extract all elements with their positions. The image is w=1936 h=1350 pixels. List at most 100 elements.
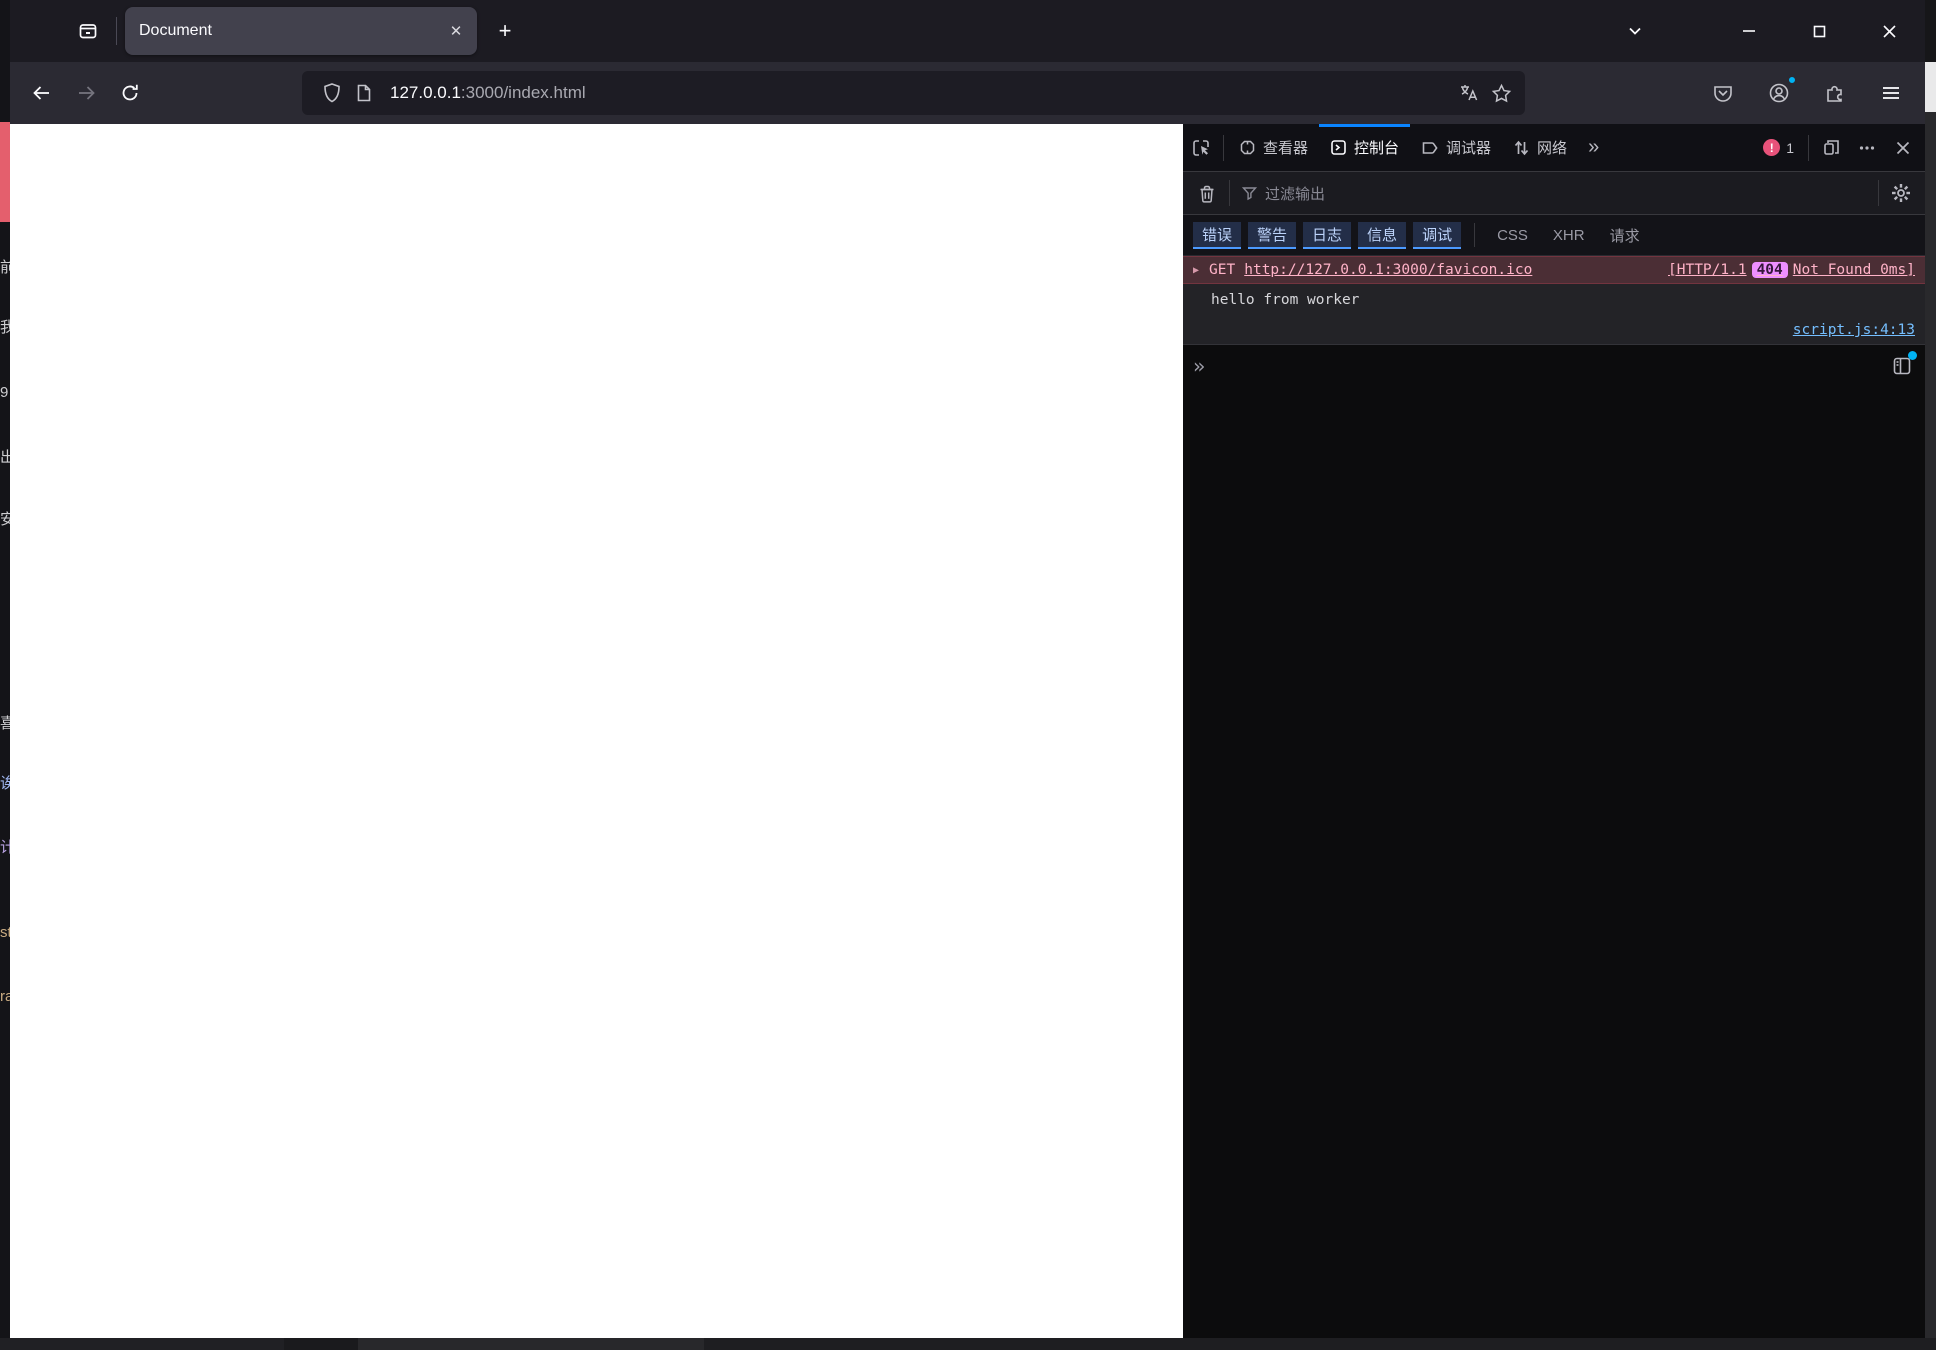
devtools-tab-inspector[interactable]: 查看器 <box>1228 124 1319 171</box>
window-close-button[interactable] <box>1867 9 1911 53</box>
console-empty-area[interactable] <box>1183 387 1925 1338</box>
hamburger-menu-icon <box>1881 83 1901 103</box>
console-error-row[interactable]: ▶ GET http://127.0.0.1:3000/favicon.ico … <box>1183 256 1925 284</box>
devtools-tab-network[interactable]: 网络 <box>1502 124 1578 171</box>
navigation-toolbar: 127.0.0.1:3000/index.html <box>10 62 1925 124</box>
filter-warnings-button[interactable]: 警告 <box>1248 221 1297 249</box>
url-text[interactable]: 127.0.0.1:3000/index.html <box>390 83 586 103</box>
editor-mode-toggle[interactable] <box>1889 351 1917 379</box>
forward-button[interactable] <box>64 71 108 115</box>
expand-twisty-icon[interactable]: ▶ <box>1193 265 1199 276</box>
shield-icon[interactable] <box>316 77 348 109</box>
taskbar-strip <box>0 1338 1936 1350</box>
back-icon <box>31 82 53 104</box>
forward-icon <box>75 82 97 104</box>
filter-css-button[interactable]: CSS <box>1488 222 1537 249</box>
minimize-button[interactable] <box>1727 9 1771 53</box>
account-icon <box>1768 82 1790 104</box>
devtools-tab-console[interactable]: 控制台 <box>1319 124 1411 171</box>
devtools-panel: 查看器 控制台 调试器 网络 » ! 1 过滤输出 错误 警告 日志 信息 调试… <box>1183 124 1925 1338</box>
console-settings-button[interactable] <box>1883 172 1919 214</box>
source-location-link[interactable]: script.js:4:13 <box>1793 322 1915 338</box>
more-tabs-button[interactable]: » <box>1578 136 1607 159</box>
toolbar-separator <box>1878 180 1879 206</box>
tab-title: Document <box>139 22 212 39</box>
console-icon <box>1330 139 1347 156</box>
browser-content: 查看器 控制台 调试器 网络 » ! 1 过滤输出 错误 警告 日志 信息 调试… <box>10 124 1925 1338</box>
background-window-text-fragment: 出 <box>0 449 10 466</box>
firefox-view-button[interactable] <box>66 9 110 53</box>
devtools-toolbar: 查看器 控制台 调试器 网络 » ! 1 <box>1183 124 1925 172</box>
reload-button[interactable] <box>108 71 152 115</box>
meatball-menu-icon <box>1858 139 1876 157</box>
background-window-text-fragment: 喜 <box>0 715 10 732</box>
filter-requests-button[interactable]: 请求 <box>1601 222 1649 249</box>
right-sliver-light-block <box>1925 62 1936 112</box>
page-info-icon[interactable] <box>348 77 380 109</box>
translate-icon[interactable] <box>1453 77 1485 109</box>
url-host: 127.0.0.1 <box>390 83 461 102</box>
notification-dot <box>1908 351 1917 360</box>
gear-icon <box>1891 183 1911 203</box>
log-message: hello from worker <box>1211 292 1360 308</box>
trash-icon <box>1198 184 1216 203</box>
filter-errors-button[interactable]: 错误 <box>1193 221 1242 249</box>
filter-xhr-button[interactable]: XHR <box>1544 222 1594 249</box>
account-button[interactable] <box>1757 71 1801 115</box>
console-input-row[interactable]: » <box>1183 345 1925 387</box>
background-window-text-fragment: 诶 <box>0 775 10 792</box>
new-tab-button[interactable]: + <box>485 11 525 51</box>
browser-tab-document[interactable]: Document ✕ <box>125 7 477 55</box>
devtools-menu-button[interactable] <box>1849 124 1885 171</box>
responsive-design-button[interactable] <box>1813 124 1849 171</box>
status-code-badge: 404 <box>1751 262 1788 278</box>
extensions-button[interactable] <box>1813 71 1857 115</box>
log-location-line: script.js:4:13 <box>1211 322 1915 338</box>
devtools-close-button[interactable] <box>1885 124 1921 171</box>
app-menu-button[interactable] <box>1869 71 1913 115</box>
background-window-text-fragment: st <box>0 924 10 941</box>
console-input-prompt: » <box>1193 354 1205 378</box>
url-path: :3000/index.html <box>460 83 586 102</box>
filter-debug-button[interactable]: 调试 <box>1413 221 1462 249</box>
url-bar[interactable]: 127.0.0.1:3000/index.html <box>302 71 1525 115</box>
element-picker-button[interactable] <box>1183 124 1219 171</box>
taskbar-segment <box>284 1338 358 1350</box>
tab-close-button[interactable]: ✕ <box>443 18 469 44</box>
error-count-button[interactable]: ! 1 <box>1753 139 1804 156</box>
list-all-tabs-button[interactable] <box>1613 9 1657 53</box>
background-window-right-sliver <box>1925 0 1936 1350</box>
back-button[interactable] <box>20 71 64 115</box>
network-arrows-icon <box>1513 139 1530 157</box>
console-output: ▶ GET http://127.0.0.1:3000/favicon.ico … <box>1183 256 1925 345</box>
account-notification-dot <box>1787 75 1797 85</box>
background-window-text-fragment: 安 <box>0 511 10 528</box>
debugger-icon <box>1421 140 1439 156</box>
tab-bar-separator <box>116 17 117 45</box>
background-window-text-fragment: 我 <box>0 319 10 336</box>
chevron-down-icon <box>1626 22 1644 40</box>
background-window-text-fragment: 计 <box>0 839 10 856</box>
status-prefix: [HTTP/1.1 <box>1668 262 1747 278</box>
inspector-icon <box>1239 139 1256 156</box>
page-viewport[interactable] <box>10 124 1183 1338</box>
filter-separator <box>1474 223 1476 247</box>
background-window-text-fragment: ra <box>0 988 10 1005</box>
maximize-button[interactable] <box>1797 9 1841 53</box>
devtools-tab-label: 查看器 <box>1263 140 1309 157</box>
response-status[interactable]: [HTTP/1.1 404 Not Found 0ms] <box>1668 262 1915 278</box>
bookmark-star-icon[interactable] <box>1485 77 1517 109</box>
request-url-link[interactable]: http://127.0.0.1:3000/favicon.ico <box>1244 262 1532 278</box>
maximize-icon <box>1812 24 1827 39</box>
console-log-row[interactable]: hello from worker script.js:4:13 <box>1183 284 1925 345</box>
console-filter-input[interactable]: 过滤输出 <box>1234 183 1874 204</box>
filter-info-button[interactable]: 信息 <box>1358 221 1407 249</box>
clear-console-button[interactable] <box>1189 172 1225 214</box>
window-controls <box>1727 9 1911 53</box>
close-icon <box>1895 140 1911 156</box>
filter-placeholder: 过滤输出 <box>1265 185 1326 203</box>
devtools-tab-debugger[interactable]: 调试器 <box>1410 124 1502 171</box>
pocket-button[interactable] <box>1701 71 1745 115</box>
firefox-view-icon <box>78 21 98 41</box>
filter-logs-button[interactable]: 日志 <box>1303 221 1352 249</box>
